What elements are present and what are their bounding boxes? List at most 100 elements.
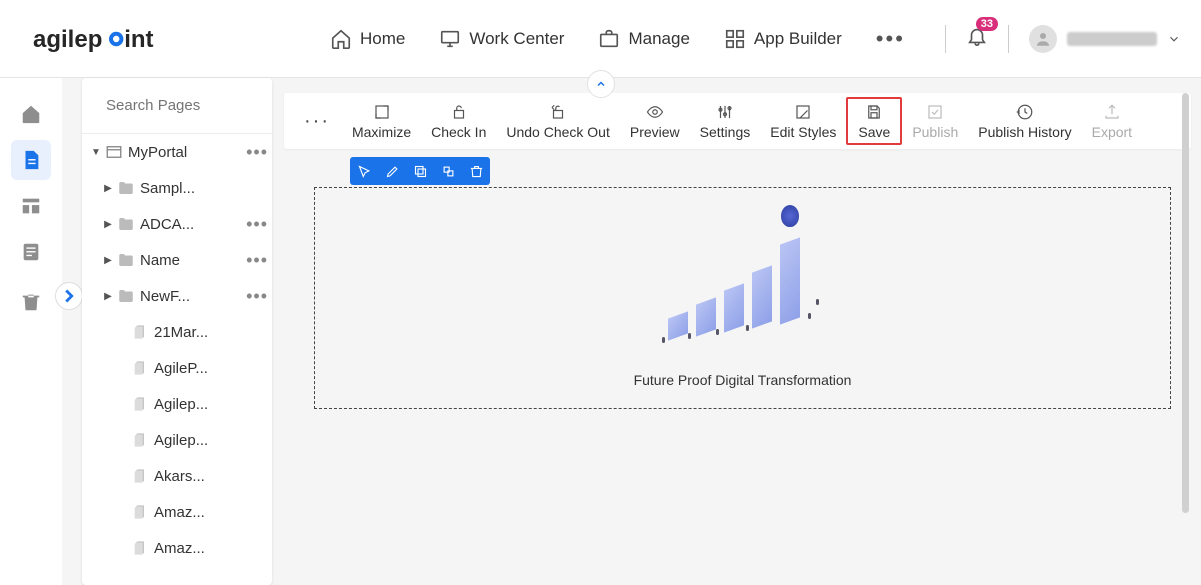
pages-search [82, 78, 272, 134]
page-icon [130, 538, 150, 558]
nav-home-label: Home [360, 29, 405, 49]
tree-label: Amaz... [154, 540, 272, 557]
nav-work-center-label: Work Center [469, 29, 564, 49]
svg-text:agilep: agilep [33, 26, 102, 53]
monitor-icon [439, 28, 461, 50]
sidebar-home[interactable] [11, 94, 51, 134]
sidebar-layouts[interactable] [11, 186, 51, 226]
folder-icon [116, 214, 136, 234]
brand-logo: agilep int [20, 23, 190, 55]
caret-right-icon[interactable]: ▶ [100, 219, 116, 230]
top-right: 33 [945, 25, 1181, 53]
search-input[interactable] [106, 97, 272, 114]
toolbar-undo-checkout[interactable]: Undo Check Out [496, 97, 620, 145]
export-icon [1103, 103, 1121, 121]
eye-icon [646, 103, 664, 121]
sidebar-pages[interactable] [11, 140, 51, 180]
toolbar-export: Export [1082, 97, 1142, 145]
folder-icon [116, 286, 136, 306]
styles-icon [794, 103, 812, 121]
widget-edit-icon[interactable] [378, 157, 406, 185]
tree-label: AgileP... [154, 360, 272, 377]
avatar [1029, 25, 1057, 53]
editor-area: ··· Maximize Check In Undo Check Out Pre… [284, 93, 1191, 585]
tree-page[interactable]: AgileP... [82, 350, 272, 386]
caret-right-icon[interactable]: ▶ [100, 291, 116, 302]
divider [1008, 25, 1009, 53]
caret-down-icon[interactable]: ▼ [88, 147, 104, 158]
briefcase-icon [598, 28, 620, 50]
widget-toolbar [350, 157, 490, 185]
widget-copy-icon[interactable] [406, 157, 434, 185]
toolbar-label: Save [858, 124, 890, 140]
nav-app-builder[interactable]: App Builder [724, 28, 842, 50]
toolbar-label: Publish [912, 124, 958, 140]
editor-canvas[interactable]: Future Proof Digital Transformation [314, 161, 1171, 511]
tree-root[interactable]: ▼ MyPortal ••• [82, 134, 272, 170]
user-menu[interactable] [1029, 25, 1181, 53]
tree-root-label: MyPortal [128, 144, 242, 161]
toolbar-preview[interactable]: Preview [620, 97, 690, 145]
toolbar-publish: Publish [902, 97, 968, 145]
page-icon [130, 322, 150, 342]
nav-manage[interactable]: Manage [598, 28, 689, 50]
tree-label: Agilep... [154, 432, 272, 449]
more-icon[interactable]: ••• [242, 286, 272, 307]
tree-folder[interactable]: ▶ Name ••• [82, 242, 272, 278]
username [1067, 32, 1157, 46]
sidebar-trash[interactable] [11, 282, 51, 322]
tree-label: Amaz... [154, 504, 272, 521]
tree-page[interactable]: 21Mar... [82, 314, 272, 350]
nav-more[interactable]: ••• [876, 26, 905, 52]
more-icon[interactable]: ••• [242, 214, 272, 235]
collapse-header-button[interactable] [587, 70, 615, 98]
tree-page[interactable]: Agilep... [82, 422, 272, 458]
toolbar-label: Check In [431, 124, 486, 140]
checkin-icon [450, 103, 468, 121]
tree-folder[interactable]: ▶ ADCA... ••• [82, 206, 272, 242]
tree-folder[interactable]: ▶ Sampl... [82, 170, 272, 206]
scrollbar[interactable] [1182, 93, 1189, 513]
widget-select-icon[interactable] [350, 157, 378, 185]
sidebar-templates[interactable] [11, 232, 51, 272]
tree-page[interactable]: Akars... [82, 458, 272, 494]
more-icon[interactable]: ••• [242, 142, 272, 163]
caret-right-icon[interactable]: ▶ [100, 183, 116, 194]
toolbar-check-in[interactable]: Check In [421, 97, 496, 145]
page-icon [130, 358, 150, 378]
tree-page[interactable]: Amaz... [82, 494, 272, 530]
tree-page[interactable]: Agilep... [82, 386, 272, 422]
page-icon [130, 466, 150, 486]
portal-icon [104, 142, 124, 162]
toolbar-label: Preview [630, 124, 680, 140]
more-icon[interactable]: ••• [242, 250, 272, 271]
sidebar-expand-button[interactable] [55, 282, 83, 310]
save-icon [865, 103, 883, 121]
grid-icon [724, 28, 746, 50]
top-nav: Home Work Center Manage App Builder ••• [330, 26, 905, 52]
toolbar-label: Publish History [978, 124, 1071, 140]
tree-folder[interactable]: ▶ NewF... ••• [82, 278, 272, 314]
toolbar-label: Edit Styles [770, 124, 836, 140]
caret-right-icon[interactable]: ▶ [100, 255, 116, 266]
widget-move-icon[interactable] [434, 157, 462, 185]
tree-label: ADCA... [140, 216, 242, 233]
folder-icon [116, 178, 136, 198]
nav-home[interactable]: Home [330, 28, 405, 50]
editor-toolbar: ··· Maximize Check In Undo Check Out Pre… [284, 93, 1191, 149]
tree-page[interactable]: Amaz... [82, 530, 272, 566]
toolbar-more[interactable]: ··· [292, 110, 342, 133]
toolbar-edit-styles[interactable]: Edit Styles [760, 97, 846, 145]
widget-frame[interactable]: Future Proof Digital Transformation [314, 187, 1171, 409]
pages-tree[interactable]: ▼ MyPortal ••• ▶ Sampl... ▶ ADCA... ••• … [82, 134, 272, 585]
history-icon [1016, 103, 1034, 121]
nav-work-center[interactable]: Work Center [439, 28, 564, 50]
widget-delete-icon[interactable] [462, 157, 490, 185]
notifications-button[interactable]: 33 [966, 25, 988, 52]
toolbar-publish-history[interactable]: Publish History [968, 97, 1081, 145]
publish-icon [926, 103, 944, 121]
toolbar-settings[interactable]: Settings [690, 97, 761, 145]
toolbar-label: Undo Check Out [506, 124, 610, 140]
toolbar-save[interactable]: Save [846, 97, 902, 145]
toolbar-maximize[interactable]: Maximize [342, 97, 421, 145]
